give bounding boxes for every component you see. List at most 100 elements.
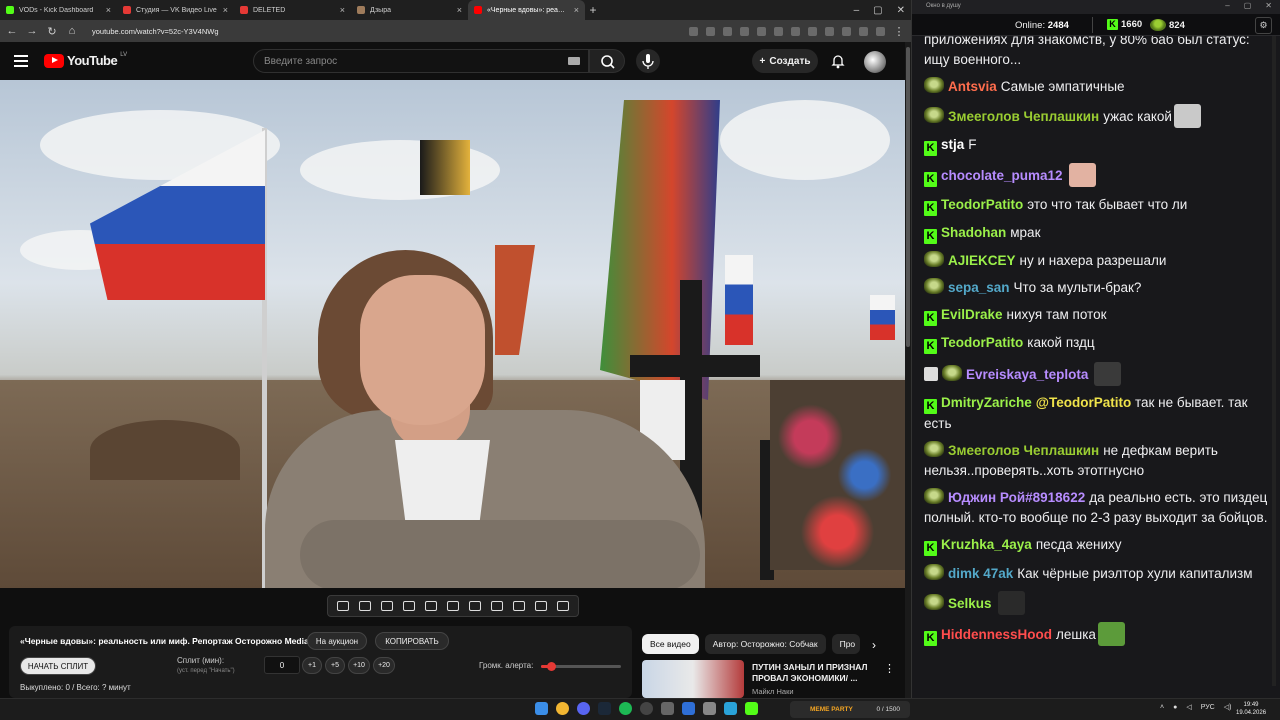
maximize-icon[interactable]: ▢ — [1244, 1, 1252, 10]
pip-icon[interactable] — [425, 601, 437, 611]
recommended-video-thumbnail[interactable] — [642, 660, 744, 698]
hamburger-menu-icon[interactable] — [14, 55, 28, 67]
chat-username[interactable]: Змееголов Чеплашкин — [948, 443, 1099, 458]
chat-settings-gear-icon[interactable]: ⚙ — [1255, 17, 1272, 34]
close-tab-icon[interactable]: × — [340, 5, 345, 15]
obs-icon[interactable] — [640, 702, 653, 715]
chat-username[interactable]: chocolate_puma12 — [941, 168, 1063, 183]
chevron-right-icon[interactable]: › — [872, 638, 876, 652]
more-vert-icon[interactable]: ⋮ — [884, 662, 895, 675]
chip-more[interactable]: Про — [831, 634, 860, 654]
browser-tab[interactable]: DELETED × — [234, 0, 351, 20]
browser-tab[interactable]: VODs - Kick Dashboard × — [0, 0, 117, 20]
chat-username[interactable]: HiddennessHood — [941, 627, 1052, 642]
discord-icon[interactable] — [577, 702, 590, 715]
kick-icon[interactable] — [745, 702, 758, 715]
meme-party-widget[interactable]: MEME PARTY 0 / 1500 — [790, 701, 910, 718]
voice-search-button[interactable] — [636, 49, 660, 73]
home-icon[interactable]: ⌂ — [66, 25, 78, 37]
search-input[interactable]: Введите запрос — [253, 49, 589, 73]
extension-icon[interactable] — [825, 26, 834, 36]
fullscreen-icon[interactable] — [491, 601, 503, 611]
speaker-icon[interactable]: ◁ — [1186, 703, 1191, 711]
close-tab-icon[interactable]: × — [574, 5, 579, 15]
filter-icon[interactable] — [535, 601, 547, 611]
screenshot-icon[interactable] — [513, 601, 525, 611]
speed-icon[interactable] — [469, 601, 481, 611]
keyboard-icon[interactable] — [568, 57, 580, 65]
copy-button[interactable]: КОПИРОВАТЬ — [375, 632, 449, 650]
theater-icon[interactable] — [447, 601, 459, 611]
extension-icon[interactable] — [723, 26, 732, 36]
chat-username[interactable]: Selkus — [948, 596, 992, 611]
add-10-button[interactable]: +10 — [348, 657, 370, 674]
system-clock[interactable]: 19:49 19.04.2026 — [1236, 701, 1266, 717]
start-icon[interactable] — [535, 702, 548, 715]
volume-icon[interactable]: ◁) — [1224, 703, 1232, 711]
extension-icon[interactable] — [774, 26, 783, 36]
extension-icon[interactable] — [740, 26, 749, 36]
video-player[interactable] — [0, 80, 905, 588]
chat-username[interactable]: Shadohan — [941, 225, 1006, 240]
clip-icon[interactable] — [403, 601, 415, 611]
media-player-icon[interactable] — [682, 702, 695, 715]
menu-icon[interactable]: ⋮ — [893, 25, 905, 38]
spotify-icon[interactable] — [619, 702, 632, 715]
steam-icon[interactable] — [598, 702, 611, 715]
forward-icon[interactable]: → — [26, 25, 38, 37]
close-tab-icon[interactable]: × — [457, 5, 462, 15]
settings-gear-icon[interactable] — [557, 601, 569, 611]
browser-tab[interactable]: Дзыра × — [351, 0, 468, 20]
extension-icon[interactable] — [842, 26, 851, 36]
chat-username[interactable]: EvilDrake — [941, 307, 1003, 322]
minimize-icon[interactable]: – — [854, 5, 860, 16]
url-field[interactable]: youtube.com/watch?v=52c-Y3V4NWg — [92, 27, 681, 36]
chevron-up-icon[interactable]: ˄ — [1160, 704, 1164, 711]
chat-username[interactable]: TeodorPatito — [941, 197, 1023, 212]
add-1-button[interactable]: +1 — [302, 657, 322, 674]
extension-icon[interactable] — [859, 26, 868, 36]
language-indicator[interactable]: РУС — [1201, 704, 1215, 711]
maximize-icon[interactable]: ▢ — [873, 5, 882, 16]
create-button[interactable]: + Создать — [752, 49, 818, 73]
auction-button[interactable]: На аукцион — [307, 632, 367, 650]
extension-icon[interactable] — [808, 26, 817, 36]
telegram-icon[interactable] — [724, 702, 737, 715]
app-icon[interactable] — [703, 702, 716, 715]
youtube-logo[interactable]: YouTube LV — [44, 52, 127, 68]
slider-knob[interactable] — [546, 662, 556, 671]
close-tab-icon[interactable]: × — [223, 5, 228, 15]
chat-username[interactable]: Юджин Рой#8918622 — [948, 490, 1085, 505]
chat-username[interactable]: dimk 47ak — [948, 566, 1013, 581]
extension-icon[interactable] — [757, 26, 766, 36]
search-button[interactable] — [589, 49, 625, 73]
loop-icon[interactable] — [337, 601, 349, 611]
chat-username[interactable]: TeodorPatito — [941, 335, 1023, 350]
browser-tab[interactable]: Студия — VK Видео Live × — [117, 0, 234, 20]
audio-icon[interactable] — [359, 601, 371, 611]
close-icon[interactable]: ✕ — [897, 5, 905, 16]
account-avatar[interactable] — [864, 51, 886, 73]
notifications-bell-icon[interactable] — [830, 53, 846, 69]
chip-author[interactable]: Автор: Осторожно: Собчак — [704, 634, 826, 654]
close-icon[interactable]: ✕ — [1265, 1, 1272, 10]
alert-volume-slider[interactable] — [541, 662, 621, 671]
extension-icon[interactable] — [706, 26, 715, 36]
chat-username[interactable]: Kruzhka_4aya — [941, 537, 1032, 552]
chat-username[interactable]: DmitryZariche — [941, 395, 1032, 410]
split-minutes-input[interactable]: 0 — [264, 656, 300, 674]
add-20-button[interactable]: +20 — [373, 657, 395, 674]
extension-icon[interactable] — [689, 26, 698, 36]
recommended-video-title[interactable]: ПУТИН ЗАНЫЛ И ПРИЗНАЛ ПРОВАЛ ЭКОНОМИКИ/ … — [752, 662, 872, 684]
microphone-icon[interactable]: ● — [1173, 704, 1177, 711]
scrollbar-thumb[interactable] — [906, 47, 910, 347]
reload-icon[interactable]: ↻ — [46, 25, 58, 38]
extension-icon[interactable] — [876, 26, 885, 36]
chat-scrollbar[interactable] — [1272, 36, 1276, 686]
recommended-video-channel[interactable]: Майкл Наки — [752, 687, 794, 696]
chat-username[interactable]: Evreiskaya_teplota — [966, 367, 1088, 382]
chat-mention[interactable]: @TeodorPatito — [1036, 395, 1131, 410]
cast-icon[interactable] — [381, 601, 393, 611]
new-tab-button[interactable]: + — [585, 3, 601, 17]
chat-username[interactable]: Antsvia — [948, 79, 997, 94]
